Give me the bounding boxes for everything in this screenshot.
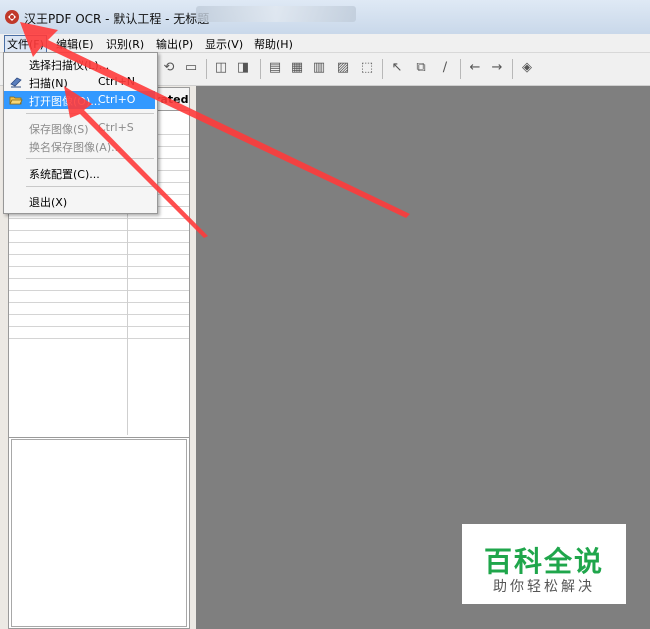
menu-item-system-config[interactable]: 系统配置(C)... [4, 164, 155, 182]
menu-edit[interactable]: 编辑(E) [56, 36, 94, 52]
toolbar-separator [206, 59, 207, 79]
merge-icon[interactable]: ◨ [236, 61, 250, 75]
scan-icon [9, 75, 23, 89]
arrow-left-icon[interactable]: ← [468, 61, 482, 75]
table-row [9, 230, 189, 231]
menu-item-label: 保存图像(S) [29, 123, 89, 136]
table-row [9, 302, 189, 303]
menu-output[interactable]: 输出(P) [156, 36, 193, 52]
table-row [9, 254, 189, 255]
menu-separator [26, 158, 154, 159]
pen-icon[interactable]: ∕ [438, 61, 452, 75]
watermark-title: 百科全说 [483, 545, 604, 578]
table-row [9, 218, 189, 219]
file-menu-dropdown: 选择扫描仪(L)... 扫描(N) Ctrl+N 打开图像(O)... Ctrl… [3, 52, 158, 214]
menu-item-label: 选择扫描仪(L)... [29, 59, 110, 72]
watermark-logo: 百科全说 助你轻松解决 [462, 524, 626, 604]
menu-item-open-image[interactable]: 打开图像(O)... Ctrl+O [4, 91, 155, 109]
zoom-box-icon[interactable]: ⧉ [414, 61, 428, 75]
table-row [9, 326, 189, 327]
menu-separator [26, 186, 154, 187]
recognize-icon[interactable]: ◈ [520, 61, 534, 75]
menu-file[interactable]: 文件(F) [4, 35, 47, 53]
toolbar-separator [512, 59, 513, 79]
rotate-icon[interactable]: ⟲ [162, 61, 176, 75]
menu-item-label: 退出(X) [29, 196, 68, 209]
watermark-subtitle: 助你轻松解决 [493, 579, 595, 595]
title-bar: 汉王PDF OCR - 默认工程 - 无标题 [0, 0, 650, 34]
window-title: 汉王PDF OCR - 默认工程 - 无标题 [24, 12, 210, 26]
table-row [9, 278, 189, 279]
menu-item-save-image-as: 换名保存图像(A)... [4, 137, 155, 155]
menu-item-exit[interactable]: 退出(X) [4, 192, 155, 210]
app-logo-icon [5, 10, 19, 24]
toolbar-separator [260, 59, 261, 79]
list-divider [9, 437, 189, 438]
blurred-title-area [196, 6, 356, 22]
menu-bar: 文件(F) 编辑(E) 识别(R) 输出(P) 显示(V) 帮助(H) [0, 34, 650, 53]
column-header-label: rated [155, 93, 189, 106]
table-block-icon[interactable]: ▦ [290, 61, 304, 75]
text-block-icon[interactable]: ▤ [268, 61, 282, 75]
split-icon[interactable]: ◫ [214, 61, 228, 75]
table-row [9, 338, 189, 339]
pointer-icon[interactable]: ↖ [390, 61, 404, 75]
thumbnail-preview [11, 439, 187, 627]
arrow-right-icon[interactable]: → [490, 61, 504, 75]
menu-item-shortcut: Ctrl+O [98, 93, 136, 106]
menu-item-shortcut: Ctrl+N [98, 75, 136, 88]
table-row [9, 242, 189, 243]
table-row [9, 314, 189, 315]
open-folder-icon [9, 93, 23, 107]
menu-item-save-image: 保存图像(S) Ctrl+S [4, 119, 155, 137]
table-row [9, 290, 189, 291]
menu-item-select-scanner[interactable]: 选择扫描仪(L)... [4, 55, 155, 73]
menu-item-label: 扫描(N) [29, 77, 68, 90]
stripe-icon[interactable]: ▨ [336, 61, 350, 75]
grid-block-icon[interactable]: ▥ [312, 61, 326, 75]
menu-item-label: 打开图像(O)... [29, 95, 101, 108]
menu-item-scan[interactable]: 扫描(N) Ctrl+N [4, 73, 155, 91]
menu-item-shortcut: Ctrl+S [98, 121, 134, 134]
toolbar-separator [460, 59, 461, 79]
menu-help[interactable]: 帮助(H) [254, 36, 293, 52]
menu-separator [26, 113, 154, 114]
menu-item-label: 换名保存图像(A)... [29, 141, 122, 154]
menu-view[interactable]: 显示(V) [205, 36, 243, 52]
toolbar-separator [382, 59, 383, 79]
menu-recognize[interactable]: 识别(R) [106, 36, 144, 52]
image-icon[interactable]: ▭ [184, 61, 198, 75]
select-area-icon[interactable]: ⬚ [360, 61, 374, 75]
menu-item-label: 系统配置(C)... [29, 168, 100, 181]
table-row [9, 266, 189, 267]
